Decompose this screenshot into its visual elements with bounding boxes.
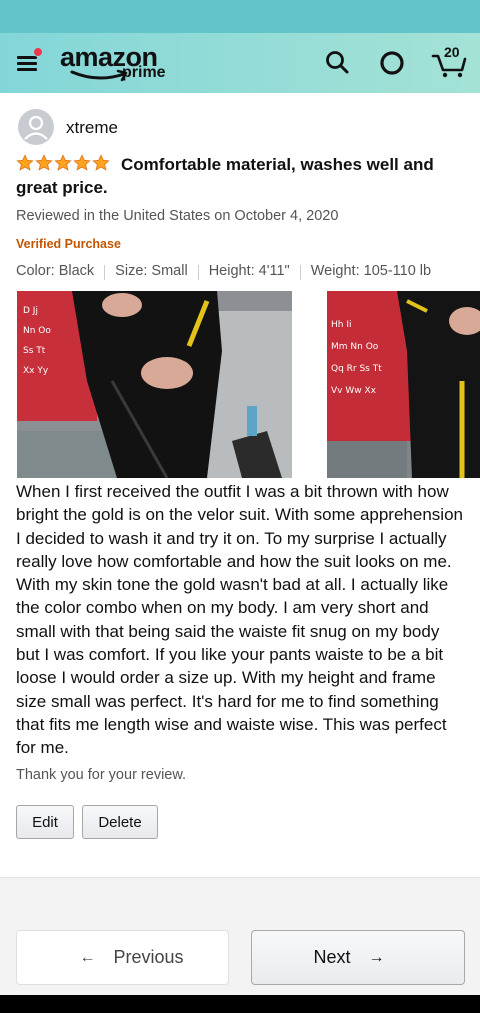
avatar[interactable] <box>18 109 54 145</box>
star-icon <box>16 154 34 171</box>
notification-dot <box>33 47 43 57</box>
cart-button[interactable]: 20 <box>430 44 470 79</box>
svg-text:Xx Yy: Xx Yy <box>23 366 49 376</box>
system-nav-bar <box>0 995 480 1013</box>
previous-label: Previous <box>113 947 184 967</box>
pagination-area: ← Previous Next → <box>0 877 480 995</box>
review-photos: D Jj Nn Oo Ss Tt Xx Yy Hh Ii Mm Nn Oo Qq… <box>0 291 480 478</box>
edit-button[interactable]: Edit <box>16 805 74 839</box>
star-icon <box>73 154 91 171</box>
reviewer-name[interactable]: xtreme <box>66 118 118 138</box>
svg-text:D Jj: D Jj <box>23 306 38 316</box>
star-icon <box>35 154 53 171</box>
next-label: Next <box>313 947 351 967</box>
review-body: When I first received the outfit I was a… <box>16 482 463 758</box>
previous-button[interactable]: ← Previous <box>16 930 229 985</box>
user-icon <box>24 115 48 140</box>
divider <box>299 265 301 280</box>
divider <box>104 265 106 280</box>
review-photo[interactable]: Hh Ii Mm Nn Oo Qq Rr Ss Tt Vv Ww Xx <box>327 291 480 478</box>
star-rating <box>16 154 110 172</box>
svg-text:Ss Tt: Ss Tt <box>23 346 46 356</box>
attr-size: Size: Small <box>115 263 188 279</box>
svg-text:Vv Ww Xx: Vv Ww Xx <box>331 386 377 396</box>
attr-weight: Weight: 105-110 lb <box>310 263 432 279</box>
verified-purchase-badge: Verified Purchase <box>16 237 121 251</box>
attr-height: Height: 4'11" <box>208 263 290 279</box>
next-button[interactable]: Next → <box>251 930 465 985</box>
menu-button[interactable] <box>14 47 43 75</box>
review-date: Reviewed in the United States on October… <box>16 208 339 224</box>
app-header: amazon prime 20 <box>0 33 480 93</box>
search-icon[interactable] <box>322 47 354 79</box>
svg-text:Qq Rr Ss Tt: Qq Rr Ss Tt <box>331 364 382 374</box>
thank-you-text: Thank you for your review. <box>16 767 187 783</box>
amazon-prime-logo[interactable]: amazon prime <box>60 42 175 86</box>
smile-arrow-icon <box>70 69 128 82</box>
cart-count: 20 <box>444 44 460 60</box>
star-icon <box>54 154 72 171</box>
svg-text:Mm Nn Oo: Mm Nn Oo <box>331 342 379 352</box>
delete-button[interactable]: Delete <box>82 805 158 839</box>
review-photo-image: D Jj Nn Oo Ss Tt Xx Yy <box>17 291 292 478</box>
svg-text:Nn Oo: Nn Oo <box>23 326 51 336</box>
status-bar <box>0 0 480 33</box>
menu-icon <box>17 56 37 59</box>
svg-text:Hh Ii: Hh Ii <box>331 320 352 330</box>
review-photo[interactable]: D Jj Nn Oo Ss Tt Xx Yy <box>17 291 292 478</box>
arrow-right-icon: → <box>368 948 385 966</box>
attr-color: Color: Black <box>16 263 95 279</box>
star-icon <box>92 154 110 171</box>
review-photo-image: Hh Ii Mm Nn Oo Qq Rr Ss Tt Vv Ww Xx <box>327 291 480 478</box>
alexa-icon[interactable] <box>376 47 408 79</box>
product-attributes: Color: Black Size: Small Height: 4'11" W… <box>16 263 431 280</box>
divider <box>197 265 199 280</box>
arrow-left-icon: ← <box>79 948 96 966</box>
